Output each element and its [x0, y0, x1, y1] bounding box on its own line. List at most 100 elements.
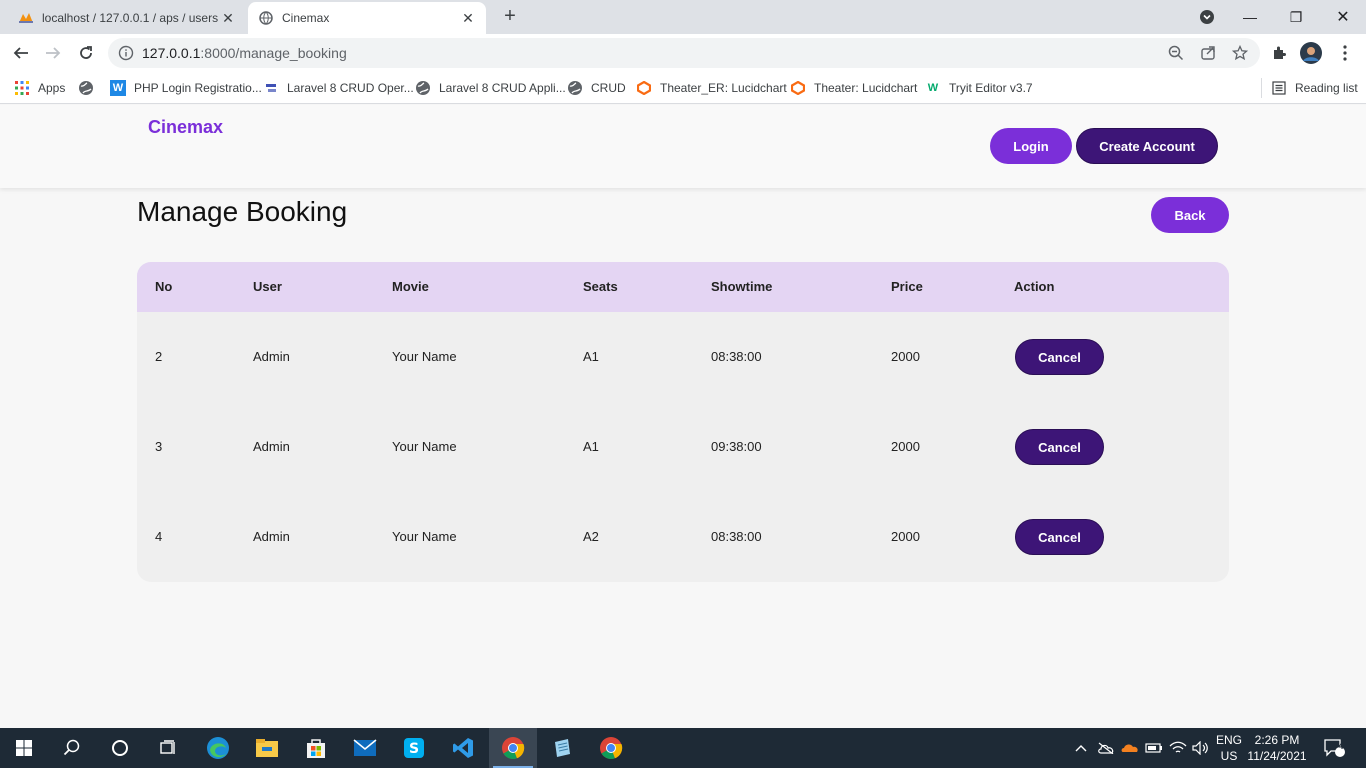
reload-icon[interactable] — [75, 42, 97, 64]
back-button[interactable]: Back — [1151, 197, 1229, 233]
reading-list[interactable]: Reading list — [1271, 79, 1358, 97]
onedrive-icon[interactable] — [1096, 728, 1116, 768]
file-explorer-icon[interactable] — [243, 728, 291, 768]
cell-showtime: 08:38:00 — [711, 349, 762, 364]
apps-grid-icon — [14, 80, 30, 96]
battery-icon[interactable] — [1144, 728, 1164, 768]
back-arrow-icon[interactable] — [10, 42, 32, 64]
bookmark-label: Laravel 8 CRUD Oper... — [287, 81, 414, 95]
forward-arrow-icon[interactable] — [42, 42, 64, 64]
volume-icon[interactable] — [1191, 728, 1211, 768]
bookmark-tryit-editor[interactable]: W Tryit Editor v3.7 — [925, 79, 1033, 97]
language-code: ENG — [1215, 733, 1242, 747]
cortana-icon[interactable] — [96, 728, 144, 768]
create-account-button[interactable]: Create Account — [1076, 128, 1218, 164]
cell-no: 4 — [155, 529, 163, 544]
tab-cinemax[interactable]: Cinemax ✕ — [248, 2, 486, 34]
table-header: No User Movie Seats Showtime Price Actio… — [137, 262, 1229, 312]
input-language[interactable]: ENG US — [1214, 732, 1244, 764]
wifi-icon[interactable] — [1168, 728, 1188, 768]
skype-icon[interactable]: S — [390, 728, 438, 768]
cell-seats: A2 — [583, 529, 599, 544]
bookmark-label: Theater_ER: Lucidchart — [660, 81, 787, 95]
extensions-icon[interactable] — [1268, 42, 1290, 64]
site-header: Cinemax Login Create Account — [0, 105, 1366, 188]
cancel-booking-button[interactable]: Cancel — [1015, 429, 1104, 465]
tab-phpmyadmin[interactable]: localhost / 127.0.0.1 / aps / users | ✕ — [8, 2, 246, 34]
star-icon[interactable] — [1231, 44, 1249, 61]
reading-list-label: Reading list — [1295, 81, 1358, 95]
cell-price: 2000 — [891, 349, 920, 364]
bookmark-theater[interactable]: Theater: Lucidchart — [790, 79, 917, 97]
microsoft-store-icon[interactable] — [292, 728, 340, 768]
minimize-icon[interactable]: — — [1238, 0, 1262, 34]
bookings-table: No User Movie Seats Showtime Price Actio… — [137, 262, 1229, 582]
address-bar[interactable]: 127.0.0.1:8000/manage_booking — [108, 38, 1260, 68]
url-path: :8000/manage_booking — [200, 45, 347, 61]
more-menu-icon[interactable] — [1334, 42, 1356, 64]
edge-icon[interactable] — [194, 728, 242, 768]
brand-logo[interactable]: Cinemax — [148, 117, 223, 138]
bookmark-label: CRUD — [591, 81, 626, 95]
login-button[interactable]: Login — [990, 128, 1072, 164]
bookmark-crud[interactable]: CRUD — [567, 79, 626, 97]
restore-icon[interactable]: ❐ — [1284, 0, 1308, 34]
new-tab-icon[interactable]: + — [499, 6, 521, 28]
cell-price: 2000 — [891, 439, 920, 454]
vscode-icon[interactable] — [439, 728, 487, 768]
bookmark-label: PHP Login Registratio... — [134, 81, 262, 95]
region-code: US — [1220, 749, 1238, 763]
bookmark-php-login[interactable]: W PHP Login Registratio... — [110, 79, 262, 97]
chrome-profile-icon[interactable] — [587, 728, 635, 768]
bookmark-theater-er[interactable]: Theater_ER: Lucidchart — [636, 79, 787, 97]
window-close-icon[interactable]: ✕ — [1330, 0, 1356, 34]
bookmark-globe[interactable] — [78, 79, 102, 97]
bookmarks-bar: Apps W PHP Login Registratio... Laravel … — [0, 72, 1366, 104]
avatar[interactable] — [1300, 42, 1322, 64]
chrome-taskbar-icon[interactable] — [489, 728, 537, 768]
mail-icon[interactable] — [341, 728, 389, 768]
chevron-up-icon[interactable] — [1072, 728, 1090, 768]
table-row: 4 Admin Your Name A2 08:38:00 2000 Cance… — [137, 492, 1229, 582]
task-view-icon[interactable] — [144, 728, 192, 768]
close-icon[interactable]: ✕ — [460, 10, 476, 27]
notification-count: 4 — [1338, 741, 1344, 751]
cell-showtime: 09:38:00 — [711, 439, 762, 454]
bookmark-label: Apps — [38, 81, 66, 95]
table-row: 2 Admin Your Name A1 08:38:00 2000 Cance… — [137, 312, 1229, 402]
column-header-showtime: Showtime — [711, 279, 773, 294]
cloudflare-icon[interactable] — [1120, 728, 1140, 768]
search-icon[interactable] — [48, 728, 96, 768]
cell-showtime: 08:38:00 — [711, 529, 762, 544]
w3-icon: W — [927, 82, 939, 94]
share-icon[interactable] — [1200, 45, 1216, 61]
cell-no: 3 — [155, 439, 163, 454]
bookmark-label: Theater: Lucidchart — [814, 81, 918, 95]
page-title: Manage Booking — [137, 196, 348, 227]
cell-movie: Your Name — [392, 439, 457, 454]
system-clock[interactable]: 2:26 PM 11/24/2021 — [1244, 732, 1310, 764]
tab-search-icon[interactable] — [1196, 0, 1218, 34]
cell-user: Admin — [253, 529, 290, 544]
windows-start-icon[interactable] — [0, 728, 48, 768]
globe-icon — [78, 80, 94, 96]
phpmyadmin-icon — [18, 10, 34, 26]
url-text[interactable]: 127.0.0.1:8000/manage_booking — [142, 45, 347, 61]
info-icon[interactable] — [118, 45, 134, 61]
notification-center-icon[interactable]: 4 — [1322, 728, 1346, 768]
cancel-booking-button[interactable]: Cancel — [1015, 339, 1104, 375]
bookmark-apps[interactable]: Apps — [14, 79, 65, 97]
cancel-booking-button[interactable]: Cancel — [1015, 519, 1104, 555]
notepad-icon[interactable] — [538, 728, 586, 768]
tab-title: Cinemax — [282, 11, 330, 25]
column-header-no: No — [155, 279, 173, 294]
zoom-icon[interactable] — [1168, 45, 1184, 61]
column-header-movie: Movie — [392, 279, 429, 294]
close-icon[interactable]: ✕ — [220, 10, 236, 27]
bookmark-laravel-crud-appli[interactable]: Laravel 8 CRUD Appli... — [415, 79, 566, 97]
bookmark-laravel-crud-oper[interactable]: Laravel 8 CRUD Oper... — [263, 79, 414, 97]
w-icon: W — [110, 80, 126, 96]
bookmark-separator — [1261, 78, 1262, 98]
globe-icon — [567, 80, 583, 96]
cell-seats: A1 — [583, 349, 599, 364]
